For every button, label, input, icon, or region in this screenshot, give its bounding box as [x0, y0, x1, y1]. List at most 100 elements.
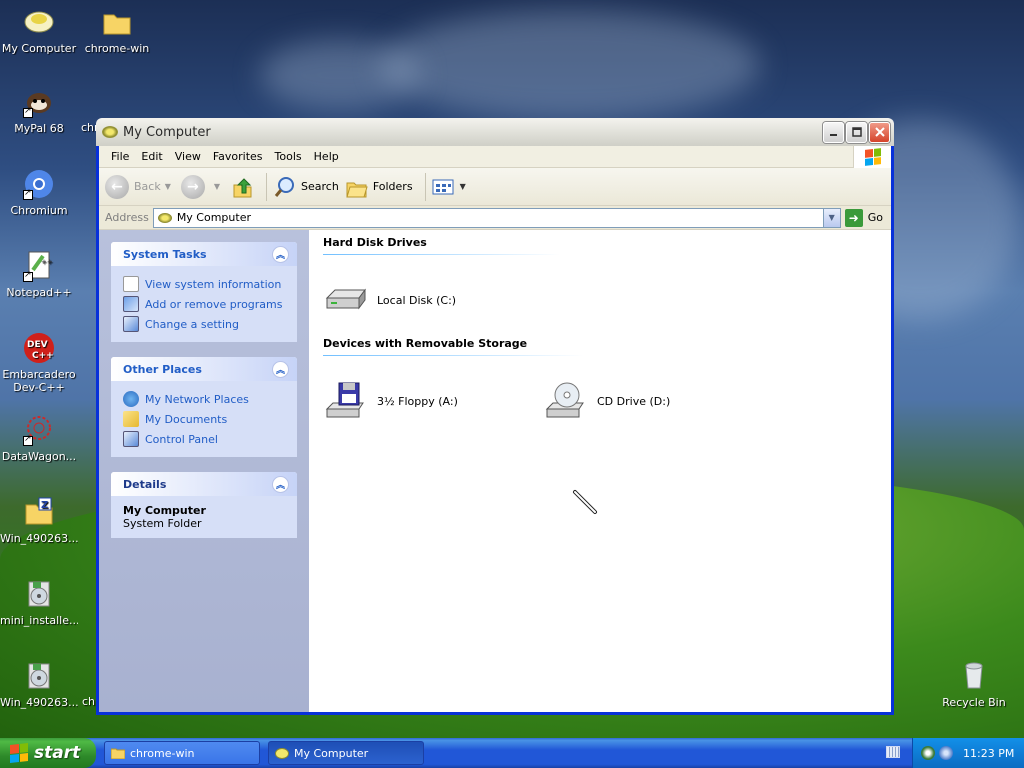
link-control-panel[interactable]: Control Panel — [123, 429, 285, 449]
menu-favorites[interactable]: Favorites — [207, 150, 269, 163]
desktop-icon-mypal[interactable]: MyPal 68 — [0, 86, 78, 135]
desktop-icon-label: chrome-win — [84, 42, 150, 55]
security-icon[interactable] — [921, 746, 935, 760]
back-button[interactable]: ← Back ▼ — [105, 174, 175, 199]
control-panel-icon — [123, 431, 139, 447]
datawagon-icon — [23, 414, 55, 446]
desktop-icon-chr[interactable]: Z — [78, 86, 98, 122]
mypal-icon — [23, 86, 55, 118]
desktop-icon-recycle-bin[interactable]: Recycle Bin — [935, 660, 1013, 709]
svg-text:DEV: DEV — [27, 340, 48, 350]
drive-local-disk-c[interactable]: Local Disk (C:) — [323, 269, 543, 331]
link-label: Add or remove programs — [145, 297, 283, 311]
menu-file[interactable]: File — [105, 150, 135, 163]
menu-view[interactable]: View — [169, 150, 207, 163]
collapse-icon[interactable]: ︽ — [272, 475, 289, 493]
menu-edit[interactable]: Edit — [135, 150, 168, 163]
windows-logo — [853, 146, 891, 168]
link-my-network-places[interactable]: My Network Places — [123, 389, 285, 409]
maximize-button[interactable] — [846, 121, 867, 143]
search-button[interactable]: Search — [273, 175, 339, 199]
collapse-icon[interactable]: ︽ — [272, 245, 289, 263]
up-folder-icon — [233, 177, 252, 197]
menu-tools[interactable]: Tools — [269, 150, 308, 163]
explorer-content: System Tasks ︽ View system information A… — [99, 230, 891, 712]
desktop-icon-label: My Computer — [1, 42, 77, 55]
address-input[interactable]: My Computer ▼ — [152, 207, 841, 228]
panel-body: My Computer System Folder — [111, 496, 297, 538]
go-button[interactable]: ➜ Go — [844, 208, 883, 227]
go-arrow-icon: ➜ — [844, 208, 863, 227]
toolbar-separator — [266, 172, 268, 201]
search-label: Search — [301, 180, 339, 193]
desktop-icon-chromium[interactable]: Chromium — [0, 168, 78, 217]
details-panel: Details ︽ My Computer System Folder — [111, 472, 297, 538]
start-button[interactable]: start — [0, 738, 96, 768]
details-header[interactable]: Details ︽ — [111, 472, 297, 496]
keyboard-icon[interactable] — [886, 746, 900, 758]
desktop-icon-mini-installer[interactable]: mini_installe... — [0, 578, 78, 627]
group-header-removable-storage: Devices with Removable Storage — [323, 337, 583, 356]
task-pane: System Tasks ︽ View system information A… — [99, 230, 309, 712]
address-value: My Computer — [176, 211, 251, 224]
clock[interactable]: 11:23 PM — [963, 747, 1014, 760]
drive-cd-d[interactable]: CD Drive (D:) — [543, 370, 763, 432]
my-computer-icon — [157, 212, 172, 223]
title-bar[interactable]: My Computer — [96, 118, 894, 146]
recycle-bin-icon — [958, 660, 990, 692]
address-bar: Address My Computer ▼ ➜ Go — [99, 206, 891, 230]
minimize-icon — [829, 134, 837, 136]
file-view[interactable]: Hard Disk Drives Local Disk (C:) Devices… — [309, 230, 891, 712]
link-change-setting[interactable]: Change a setting — [123, 314, 285, 334]
collapse-icon[interactable]: ︽ — [272, 360, 289, 378]
desktop-icon-my-computer[interactable]: My Computer — [0, 6, 78, 55]
group-header-hard-disk-drives: Hard Disk Drives — [323, 236, 559, 255]
svg-text:++: ++ — [41, 258, 53, 266]
close-button[interactable] — [869, 121, 890, 143]
views-button[interactable]: ▼ — [432, 178, 470, 196]
window-title: My Computer — [123, 124, 211, 140]
folders-button[interactable]: Folders — [345, 175, 413, 199]
desktop-icon-label: Notepad++ — [6, 286, 72, 299]
other-places-header[interactable]: Other Places ︽ — [111, 357, 297, 381]
taskbar-item-my-computer[interactable]: My Computer — [268, 741, 424, 765]
panel-title: Other Places — [123, 362, 202, 376]
desktop-icon-notepadpp[interactable]: ++ Notepad++ — [0, 250, 78, 299]
drive-label: CD Drive (D:) — [597, 394, 671, 408]
svg-text:C++: C++ — [32, 351, 54, 361]
go-label: Go — [867, 211, 883, 224]
notepadpp-icon: ++ — [23, 250, 55, 282]
network-icon[interactable] — [939, 746, 953, 760]
drive-label: 3½ Floppy (A:) — [377, 394, 458, 408]
link-my-documents[interactable]: My Documents — [123, 409, 285, 429]
link-label: Change a setting — [145, 317, 239, 331]
drive-group: 3½ Floppy (A:) CD Drive (D:) — [323, 370, 877, 432]
link-view-system-information[interactable]: View system information — [123, 274, 285, 294]
drive-floppy-a[interactable]: 3½ Floppy (A:) — [323, 370, 543, 432]
minimize-button[interactable] — [823, 121, 844, 143]
back-arrow-icon: ← — [105, 174, 129, 199]
forward-dropdown-icon[interactable]: ▼ — [214, 182, 220, 191]
installer-icon — [23, 660, 55, 692]
menu-help[interactable]: Help — [308, 150, 345, 163]
folders-icon — [346, 182, 368, 197]
desktop-icon-label: MyPal 68 — [14, 122, 64, 135]
views-dropdown-icon[interactable]: ▼ — [460, 182, 466, 191]
up-button[interactable] — [230, 175, 254, 199]
taskbar-item-chrome-win[interactable]: chrome-win — [104, 741, 260, 765]
panel-title: Details — [123, 477, 167, 491]
my-computer-window[interactable]: My Computer File Edit View Favorites Too… — [96, 118, 894, 715]
forward-button[interactable]: → ▼ — [180, 174, 224, 199]
system-info-icon — [123, 276, 139, 292]
back-dropdown-icon[interactable]: ▼ — [165, 182, 171, 191]
system-tasks-header[interactable]: System Tasks ︽ — [111, 242, 297, 266]
drive-label: Local Disk (C:) — [377, 293, 457, 307]
desktop-icon-datawagon[interactable]: DataWagon... — [0, 414, 78, 463]
desktop-icon-chrome-win[interactable]: chrome-win — [78, 6, 156, 55]
link-add-remove-programs[interactable]: Add or remove programs — [123, 294, 285, 314]
desktop-icon-devcpp[interactable]: DEV C++ Embarcadero Dev-C++ — [0, 332, 78, 394]
address-dropdown-icon[interactable]: ▼ — [822, 208, 840, 227]
desktop-icon-win-zip[interactable]: Z Win_490263... — [0, 496, 78, 545]
desktop-icon-win-installer[interactable]: Win_490263... — [0, 660, 78, 709]
task-label: chrome-win — [130, 746, 195, 760]
